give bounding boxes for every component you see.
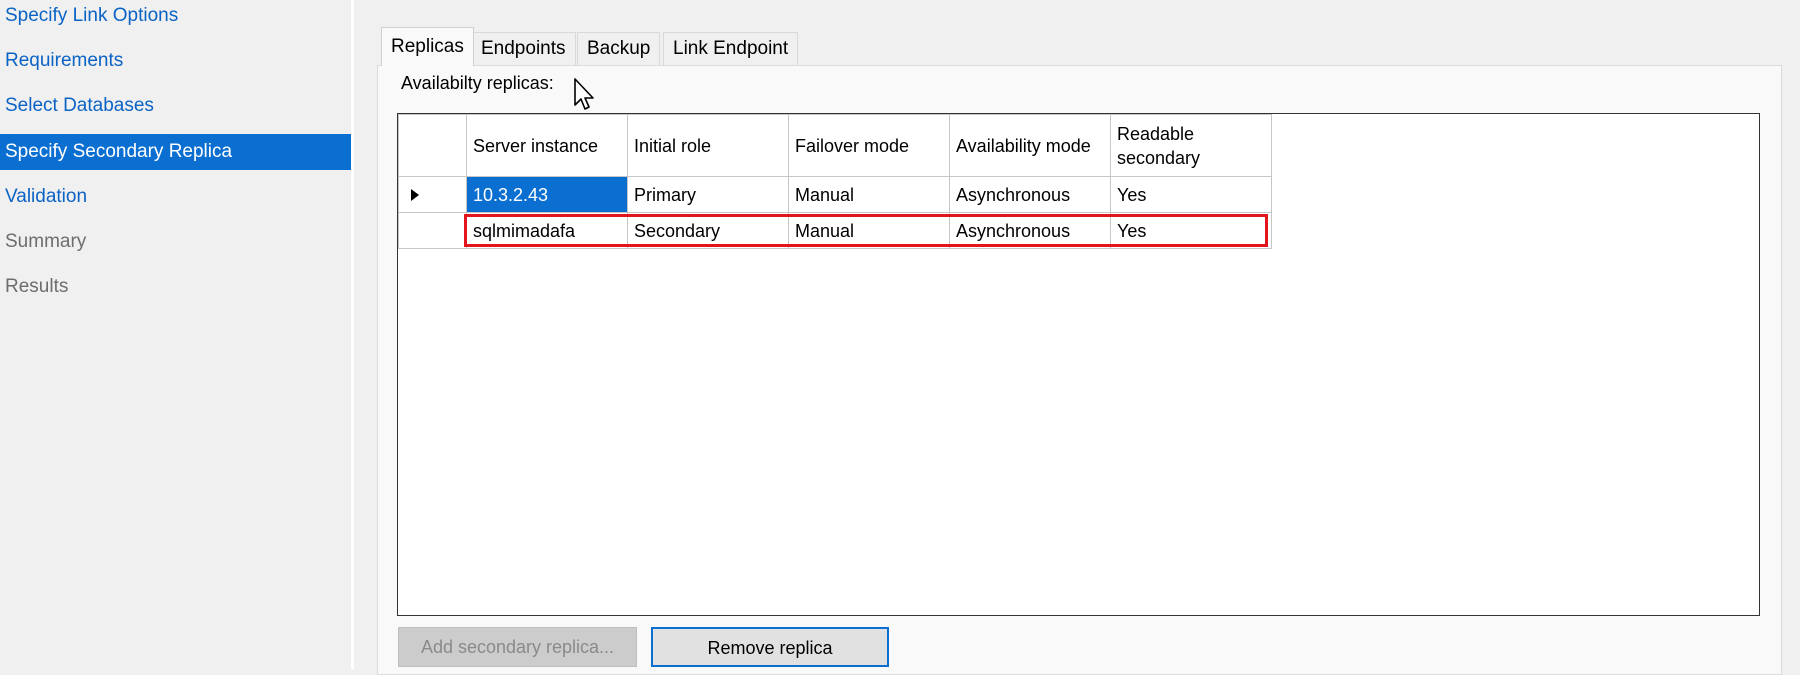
- column-header-readable-secondary[interactable]: Readable secondary: [1110, 114, 1272, 177]
- tab-backup[interactable]: Backup: [577, 32, 661, 65]
- wizard-sidebar: Specify Link Options Requirements Select…: [0, 0, 351, 669]
- cell-failover-mode[interactable]: Manual: [788, 212, 950, 249]
- table-row[interactable]: 10.3.2.43 Primary Manual Asynchronous Ye…: [398, 176, 1272, 213]
- current-row-arrow-icon: [411, 189, 419, 201]
- remove-replica-button[interactable]: Remove replica: [651, 627, 889, 667]
- nav-specify-link-options[interactable]: Specify Link Options: [0, 0, 351, 34]
- tab-link-endpoint[interactable]: Link Endpoint: [663, 32, 799, 65]
- nav-specify-secondary-replica[interactable]: Specify Secondary Replica: [0, 134, 351, 170]
- nav-select-databases[interactable]: Select Databases: [0, 88, 351, 124]
- cell-failover-mode[interactable]: Manual: [788, 176, 950, 213]
- tab-endpoints[interactable]: Endpoints: [471, 32, 576, 65]
- cell-server-instance[interactable]: 10.3.2.43: [466, 176, 628, 213]
- cell-initial-role[interactable]: Secondary: [627, 212, 789, 249]
- nav-requirements[interactable]: Requirements: [0, 43, 351, 79]
- tab-replicas[interactable]: Replicas: [381, 27, 474, 66]
- cell-server-instance[interactable]: sqlmimadafa: [466, 212, 628, 249]
- table-header-row: Server instance Initial role Failover mo…: [398, 114, 1272, 177]
- cell-readable-secondary[interactable]: Yes: [1110, 176, 1272, 213]
- add-secondary-replica-button: Add secondary replica...: [398, 627, 637, 667]
- nav-summary: Summary: [5, 231, 87, 252]
- column-header-initial-role[interactable]: Initial role: [627, 114, 789, 177]
- column-header-failover-mode[interactable]: Failover mode: [788, 114, 950, 177]
- cell-availability-mode[interactable]: Asynchronous: [949, 212, 1111, 249]
- column-header-server-instance[interactable]: Server instance: [466, 114, 628, 177]
- replicas-grid[interactable]: Server instance Initial role Failover mo…: [397, 113, 1760, 616]
- row-header-corner: [398, 114, 467, 177]
- replicas-table: Server instance Initial role Failover mo…: [398, 114, 1272, 249]
- cell-availability-mode[interactable]: Asynchronous: [949, 176, 1111, 213]
- row-selector[interactable]: [398, 212, 467, 249]
- nav-validation[interactable]: Validation: [0, 179, 351, 215]
- mouse-cursor-icon: [574, 78, 596, 118]
- table-row[interactable]: sqlmimadafa Secondary Manual Asynchronou…: [398, 212, 1272, 249]
- cell-readable-secondary[interactable]: Yes: [1110, 212, 1272, 249]
- availability-replicas-label: Availabilty replicas:: [401, 73, 554, 93]
- nav-results: Results: [5, 276, 69, 297]
- column-header-availability-mode[interactable]: Availability mode: [949, 114, 1111, 177]
- row-selector[interactable]: [398, 176, 467, 213]
- cell-initial-role[interactable]: Primary: [627, 176, 789, 213]
